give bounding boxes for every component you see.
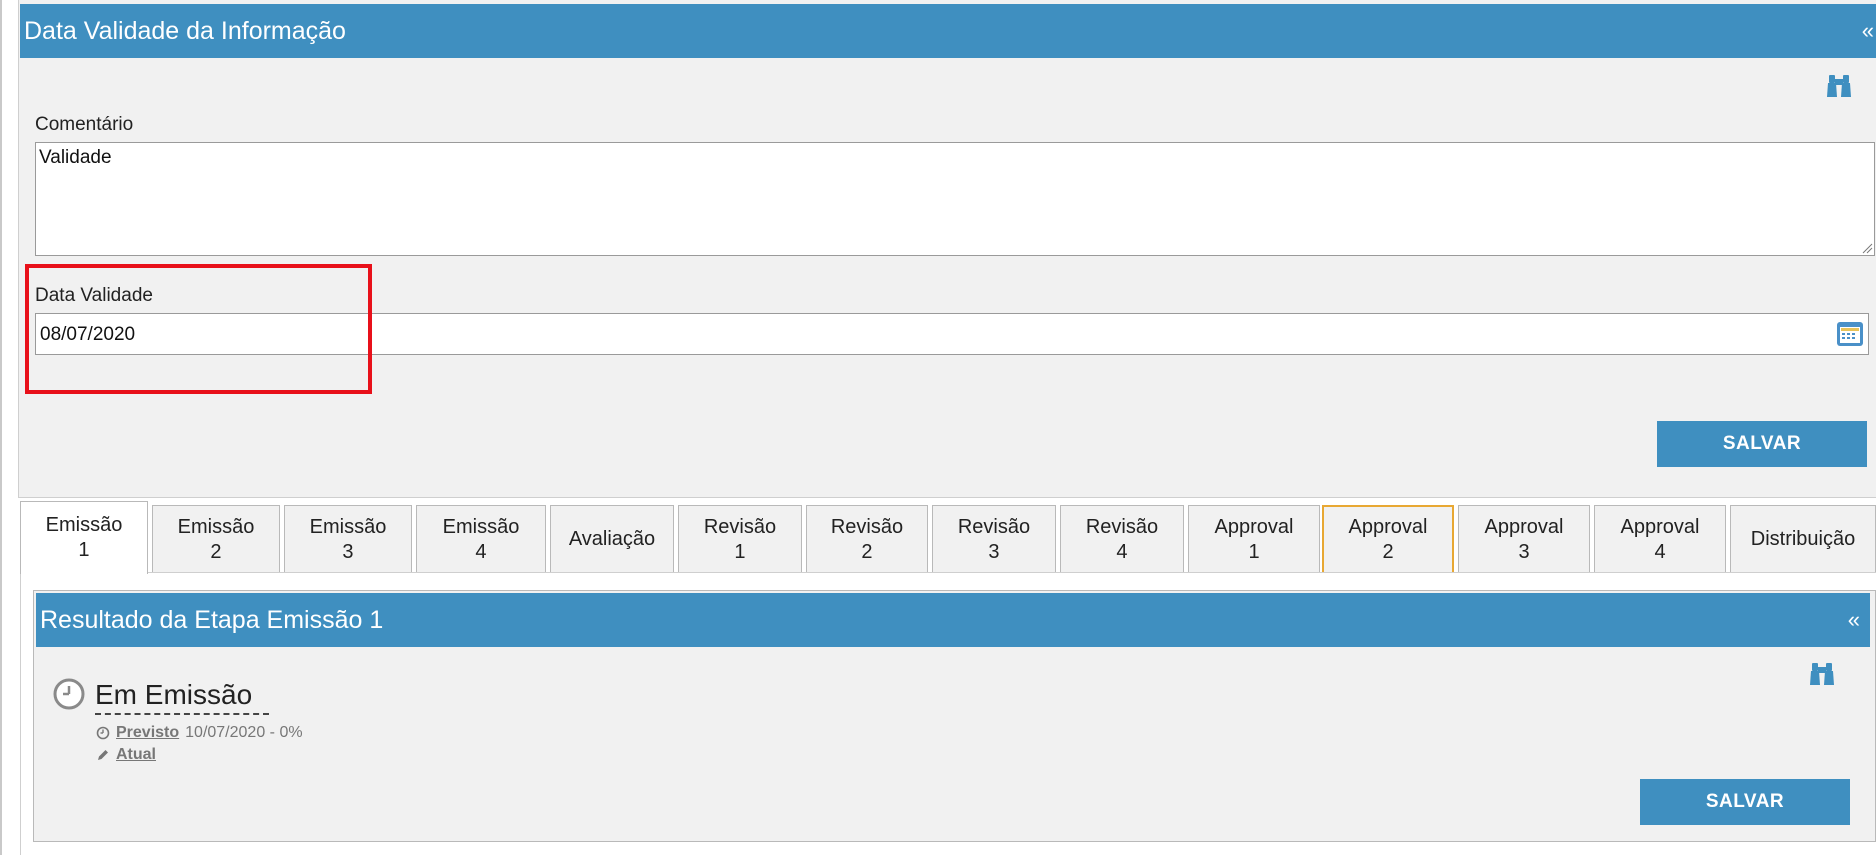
- comment-label: Comentário: [35, 114, 134, 135]
- tab-number: 3: [988, 540, 1000, 563]
- validity-panel-title: Data Validade da Informação: [24, 17, 346, 45]
- tab-emissao-3[interactable]: Emissão 3: [284, 505, 412, 573]
- result-panel-title: Resultado da Etapa Emissão 1: [40, 606, 384, 634]
- tab-number: 2: [210, 540, 222, 563]
- tab-number: 2: [1382, 541, 1394, 563]
- highlight-box: [25, 264, 372, 394]
- binoculars-icon[interactable]: [1809, 660, 1835, 688]
- resize-grip-icon[interactable]: [1861, 242, 1873, 254]
- tab-avaliacao[interactable]: Avaliação: [550, 505, 674, 573]
- tab-label: Revisão: [703, 515, 777, 538]
- tab-emissao-1[interactable]: Emissão 1: [20, 501, 148, 574]
- tab-revisao-3[interactable]: Revisão 3: [932, 505, 1056, 573]
- clock-icon: [96, 726, 110, 740]
- collapse-icon[interactable]: «: [1848, 609, 1860, 631]
- tab-number: 3: [342, 540, 354, 563]
- tab-number: 1: [1248, 540, 1260, 563]
- tab-label: Emissão: [45, 514, 123, 536]
- planned-row: Previsto 10/07/2020 - 0%: [96, 724, 303, 742]
- tab-revisao-2[interactable]: Revisão 2: [806, 505, 928, 573]
- tab-number: 4: [1116, 540, 1128, 563]
- tab-approval-2[interactable]: Approval 2: [1322, 505, 1454, 573]
- tab-number: 1: [78, 539, 90, 561]
- tab-number: 4: [1654, 540, 1666, 563]
- tab-number: 3: [1518, 540, 1530, 563]
- tab-label: Emissão: [309, 515, 387, 538]
- tab-label: Approval: [1620, 515, 1700, 538]
- result-panel-header: Resultado da Etapa Emissão 1 «: [36, 593, 1870, 647]
- binoculars-icon[interactable]: [1826, 72, 1852, 100]
- tab-revisao-1[interactable]: Revisão 1: [678, 505, 802, 573]
- comment-textarea[interactable]: Validade: [35, 142, 1875, 256]
- tab-emissao-4[interactable]: Emissão 4: [416, 505, 546, 573]
- tab-distribuicao[interactable]: Distribuição: [1730, 505, 1876, 573]
- calendar-icon[interactable]: [1836, 320, 1864, 348]
- tab-number: 2: [861, 540, 873, 563]
- current-row: Atual: [96, 746, 156, 764]
- planned-value: 10/07/2020 - 0%: [185, 724, 303, 741]
- tab-revisao-4[interactable]: Revisão 4: [1060, 505, 1184, 573]
- current-link[interactable]: Atual: [116, 746, 156, 764]
- tab-label: Emissão: [442, 515, 520, 538]
- collapse-icon[interactable]: «: [1862, 20, 1874, 42]
- tab-number: 1: [734, 540, 746, 563]
- tab-approval-4[interactable]: Approval 4: [1594, 505, 1726, 573]
- tab-label: Emissão: [177, 515, 255, 538]
- tab-label: Approval: [1484, 515, 1564, 538]
- validity-panel-header: Data Validade da Informação «: [20, 4, 1876, 58]
- window-border: [0, 0, 2, 855]
- tab-number: 4: [475, 540, 487, 563]
- save-button[interactable]: SALVAR: [1657, 421, 1867, 467]
- tab-label: Approval: [1214, 515, 1294, 538]
- tab-label: Revisão: [957, 515, 1031, 538]
- tab-label: Avaliação: [568, 528, 656, 550]
- planned-link[interactable]: Previsto: [116, 724, 179, 742]
- save-button[interactable]: SALVAR: [1640, 779, 1850, 825]
- tab-label: Approval: [1348, 516, 1428, 538]
- tab-approval-1[interactable]: Approval 1: [1188, 505, 1320, 573]
- stage-status: Em Emissão: [95, 679, 269, 715]
- tab-emissao-2[interactable]: Emissão 2: [152, 505, 280, 573]
- pencil-icon: [98, 750, 108, 760]
- tab-approval-3[interactable]: Approval 3: [1458, 505, 1590, 573]
- clock-icon: [53, 678, 85, 710]
- tab-label: Distribuição: [1750, 528, 1856, 550]
- tab-label: Revisão: [830, 515, 904, 538]
- tab-label: Revisão: [1085, 515, 1159, 538]
- stage-tabs: Emissão 1 Emissão 2 Emissão 3 Emissão 4 Aval…: [20, 501, 1876, 574]
